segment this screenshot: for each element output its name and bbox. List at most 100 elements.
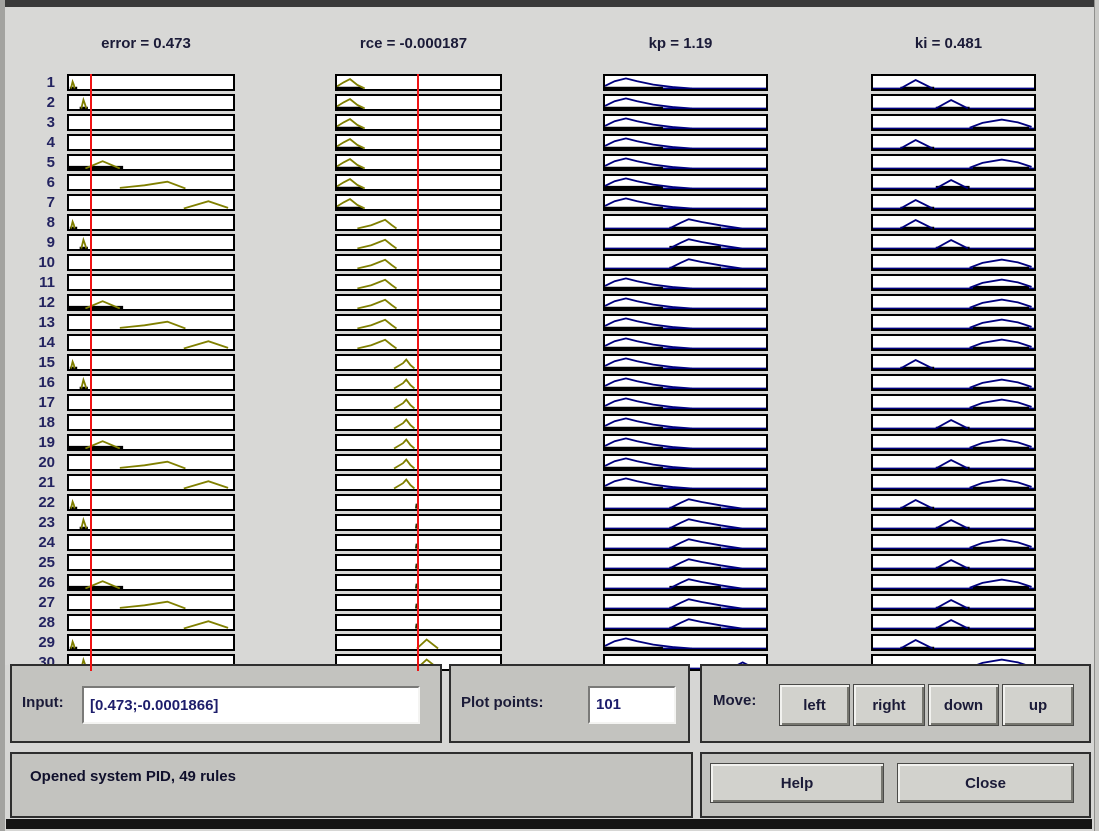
rule-cell-kp xyxy=(603,514,768,531)
rule-cell-ki xyxy=(871,494,1036,511)
move-up-button[interactable]: up xyxy=(1002,684,1074,726)
plot-points-label: Plot points: xyxy=(461,694,544,711)
rule-plot-area: error = 0.473 rce = -0.000187 kp = 1.19 … xyxy=(5,7,1095,665)
rule-cell-error[interactable] xyxy=(67,454,235,471)
rule-cell-error[interactable] xyxy=(67,514,235,531)
rule-cell-kp xyxy=(603,314,768,331)
rule-cell-kp xyxy=(603,354,768,371)
rule-number[interactable]: 7 xyxy=(13,194,55,211)
rule-cell-kp xyxy=(603,134,768,151)
rule-number[interactable]: 29 xyxy=(13,634,55,651)
rule-cell-ki xyxy=(871,194,1036,211)
rule-cell-kp xyxy=(603,594,768,611)
rule-cell-kp xyxy=(603,374,768,391)
rule-number[interactable]: 2 xyxy=(13,94,55,111)
rule-cell-error[interactable] xyxy=(67,174,235,191)
plot-points-field[interactable]: 101 xyxy=(588,686,676,724)
rule-cell-error[interactable] xyxy=(67,534,235,551)
rule-cell-error[interactable] xyxy=(67,494,235,511)
rule-cell-error[interactable] xyxy=(67,394,235,411)
rule-cell-error[interactable] xyxy=(67,594,235,611)
rule-cell-error[interactable] xyxy=(67,114,235,131)
rule-cell-error[interactable] xyxy=(67,294,235,311)
rule-number[interactable]: 8 xyxy=(13,214,55,231)
rule-cell-error[interactable] xyxy=(67,74,235,91)
rule-number[interactable]: 10 xyxy=(13,254,55,271)
rule-cell-ki xyxy=(871,274,1036,291)
rule-number[interactable]: 14 xyxy=(13,334,55,351)
plot-points-panel: Plot points: 101 xyxy=(449,664,690,743)
rule-number[interactable]: 18 xyxy=(13,414,55,431)
input-cursor-line-error[interactable] xyxy=(90,74,92,671)
rule-cell-kp xyxy=(603,254,768,271)
rule-cell-ki xyxy=(871,314,1036,331)
rule-number[interactable]: 23 xyxy=(13,514,55,531)
move-down-button[interactable]: down xyxy=(928,684,999,726)
rule-cell-error[interactable] xyxy=(67,374,235,391)
rule-cell-error[interactable] xyxy=(67,574,235,591)
rule-cell-ki xyxy=(871,514,1036,531)
rule-number[interactable]: 17 xyxy=(13,394,55,411)
rule-number[interactable]: 19 xyxy=(13,434,55,451)
column-header-rce: rce = -0.000187 xyxy=(330,35,497,55)
rule-cell-error[interactable] xyxy=(67,154,235,171)
rule-cell-error[interactable] xyxy=(67,194,235,211)
help-button[interactable]: Help xyxy=(710,763,884,803)
rule-cell-error[interactable] xyxy=(67,134,235,151)
rule-cell-ki xyxy=(871,614,1036,631)
rule-cell-ki xyxy=(871,94,1036,111)
rule-cell-error[interactable] xyxy=(67,314,235,331)
rule-cell-error[interactable] xyxy=(67,274,235,291)
rule-cell-kp xyxy=(603,414,768,431)
rule-cell-error[interactable] xyxy=(67,614,235,631)
rule-cell-ki xyxy=(871,174,1036,191)
rule-cell-error[interactable] xyxy=(67,434,235,451)
rule-number[interactable]: 21 xyxy=(13,474,55,491)
rule-cell-error[interactable] xyxy=(67,94,235,111)
rule-number[interactable]: 24 xyxy=(13,534,55,551)
rule-cell-error[interactable] xyxy=(67,414,235,431)
rule-cell-error[interactable] xyxy=(67,554,235,571)
move-right-button[interactable]: right xyxy=(853,684,925,726)
input-vector-field[interactable] xyxy=(82,686,420,724)
rule-number[interactable]: 13 xyxy=(13,314,55,331)
rule-number[interactable]: 16 xyxy=(13,374,55,391)
rule-cell-error[interactable] xyxy=(67,214,235,231)
rule-number[interactable]: 11 xyxy=(13,274,55,291)
move-panel: Move: left right down up xyxy=(700,664,1091,743)
rule-number[interactable]: 28 xyxy=(13,614,55,631)
rule-cell-error[interactable] xyxy=(67,334,235,351)
rule-number[interactable]: 27 xyxy=(13,594,55,611)
move-left-button[interactable]: left xyxy=(779,684,850,726)
rule-number[interactable]: 25 xyxy=(13,554,55,571)
rule-cell-ki xyxy=(871,74,1036,91)
input-cursor-line-rce[interactable] xyxy=(417,74,419,671)
close-button[interactable]: Close xyxy=(897,763,1074,803)
rule-number[interactable]: 3 xyxy=(13,114,55,131)
rule-cell-error[interactable] xyxy=(67,474,235,491)
rule-cell-error[interactable] xyxy=(67,234,235,251)
rule-cell-ki xyxy=(871,414,1036,431)
rule-cell-ki xyxy=(871,354,1036,371)
rule-number[interactable]: 5 xyxy=(13,154,55,171)
rule-cell-kp xyxy=(603,294,768,311)
rule-number[interactable]: 1 xyxy=(13,74,55,91)
window-right-edge xyxy=(1094,0,1099,831)
rule-number[interactable]: 4 xyxy=(13,134,55,151)
rule-cell-ki xyxy=(871,574,1036,591)
rule-cell-error[interactable] xyxy=(67,634,235,651)
rule-number[interactable]: 9 xyxy=(13,234,55,251)
rule-number[interactable]: 15 xyxy=(13,354,55,371)
rule-number[interactable]: 22 xyxy=(13,494,55,511)
rule-cell-error[interactable] xyxy=(67,254,235,271)
rule-cell-kp xyxy=(603,434,768,451)
rule-cell-ki xyxy=(871,554,1036,571)
rule-number[interactable]: 26 xyxy=(13,574,55,591)
rule-cell-ki xyxy=(871,534,1036,551)
rule-cell-ki xyxy=(871,374,1036,391)
rule-number[interactable]: 12 xyxy=(13,294,55,311)
rule-number[interactable]: 6 xyxy=(13,174,55,191)
rule-viewer-window: error = 0.473 rce = -0.000187 kp = 1.19 … xyxy=(0,0,1099,831)
rule-cell-error[interactable] xyxy=(67,354,235,371)
rule-number[interactable]: 20 xyxy=(13,454,55,471)
